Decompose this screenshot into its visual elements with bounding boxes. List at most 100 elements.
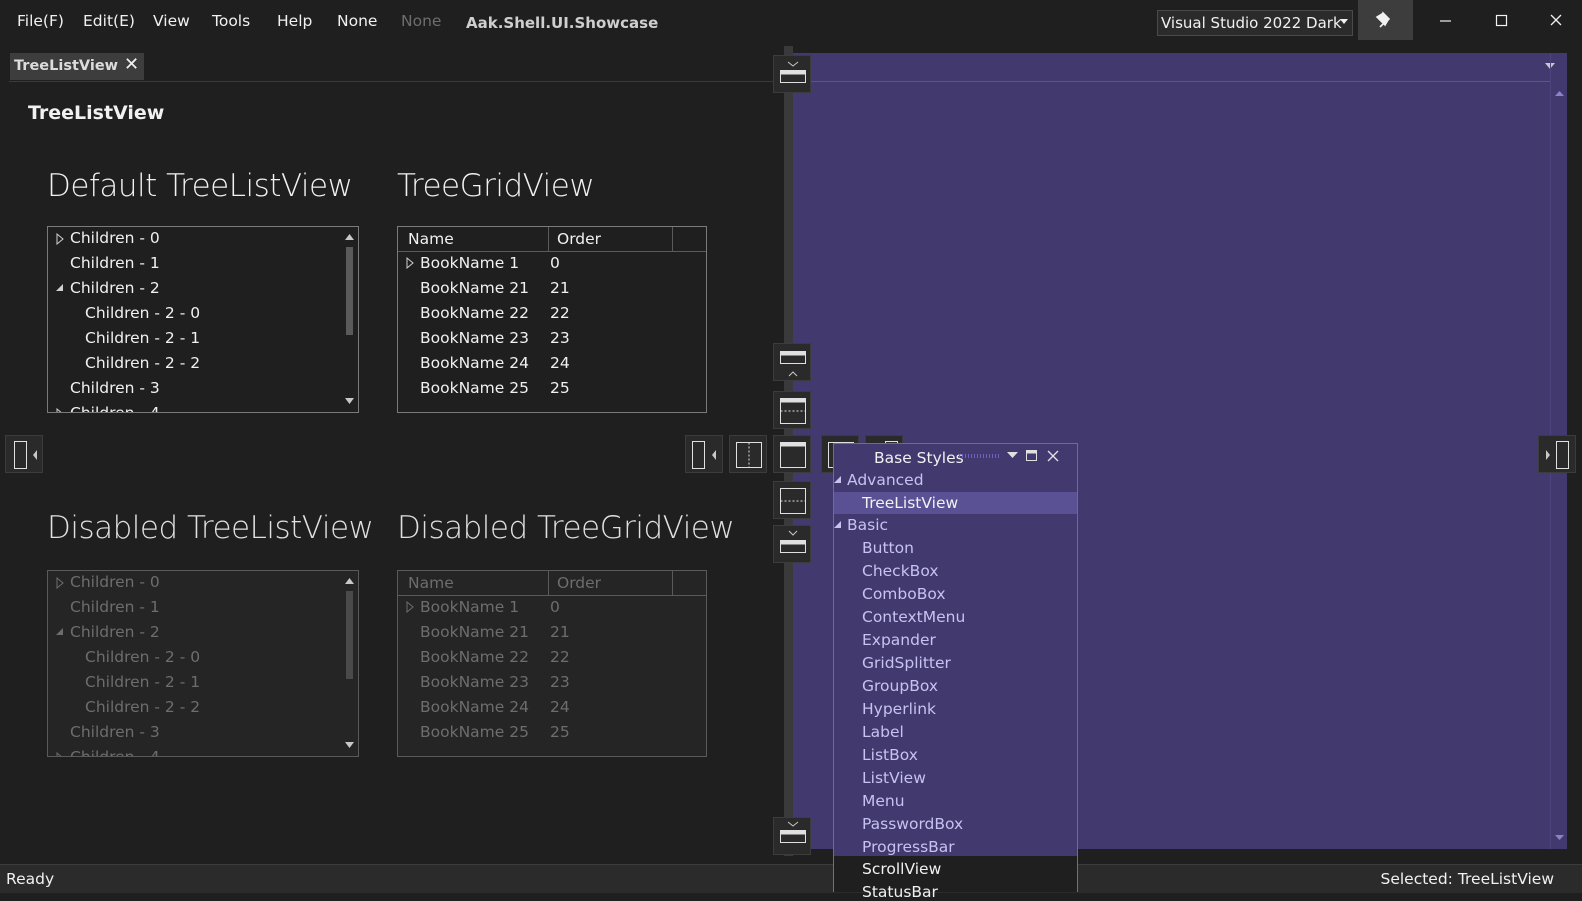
tree-row[interactable]: Children - 1 [70, 254, 160, 272]
scrollbar-thumb[interactable] [346, 247, 353, 335]
tree-row[interactable]: Children - 3 [70, 379, 160, 397]
tool-window-titlebar[interactable]: Base Styles [834, 444, 1077, 468]
scroll-up-icon[interactable] [1554, 90, 1565, 97]
collapse-arrow-icon[interactable] [833, 520, 843, 529]
dock-guide-center-bottom[interactable] [773, 525, 811, 563]
dock-guide-center-left-split[interactable] [729, 435, 767, 473]
tree-item[interactable]: ListBox [862, 746, 918, 764]
vertical-scrollbar[interactable] [341, 227, 358, 412]
menu-edit[interactable]: Edit(E) [83, 12, 135, 30]
column-header-order[interactable]: Order [557, 230, 601, 248]
grid-cell-name[interactable]: BookName 24 [420, 354, 529, 372]
tree-item[interactable]: ProgressBar [862, 838, 955, 856]
dock-guide-right-edge[interactable] [1538, 435, 1576, 473]
tree-item[interactable]: Expander [862, 631, 936, 649]
dock-guide-center-top[interactable] [773, 343, 811, 381]
column-header-name: Name [408, 574, 454, 592]
collapse-arrow-icon[interactable] [833, 475, 843, 484]
dock-guide-bottom-edge[interactable] [773, 817, 811, 855]
grid-cell-order: 24 [550, 698, 570, 716]
tree-row[interactable]: Children - 2 - 0 [85, 304, 200, 322]
tree-row[interactable]: Children - 2 - 2 [85, 354, 200, 372]
tree-item[interactable]: Menu [862, 792, 905, 810]
scroll-down-icon[interactable] [1554, 834, 1565, 841]
column-header-order: Order [557, 574, 602, 592]
dock-guide-left-edge[interactable] [5, 435, 43, 473]
tree-item[interactable]: Hyperlink [862, 700, 936, 718]
menu-file[interactable]: File(F) [17, 12, 64, 30]
grid-cell-order[interactable]: 21 [550, 279, 570, 297]
grid-cell-name: BookName 22 [420, 648, 529, 666]
dock-guide-center-top-split[interactable] [773, 391, 811, 429]
close-icon[interactable] [1047, 450, 1059, 462]
tree-item[interactable]: ComboBox [862, 585, 946, 603]
grid-cell-name[interactable]: BookName 23 [420, 329, 529, 347]
scroll-up-icon[interactable] [344, 233, 355, 241]
dock-split-top-icon [780, 398, 806, 424]
default-tree-list-view[interactable]: Children - 0 Children - 1 Children - 2 C… [47, 226, 359, 413]
tree-item[interactable]: Label [862, 723, 904, 741]
grid-cell-order[interactable]: 23 [550, 329, 570, 347]
tab-close-icon[interactable]: ✕ [124, 54, 139, 75]
grid-cell-name[interactable]: BookName 22 [420, 304, 529, 322]
dock-top-icon [780, 351, 806, 377]
column-separator[interactable] [548, 227, 549, 251]
grid-cell-name[interactable]: BookName 1 [420, 254, 519, 272]
tree-item[interactable]: StatusBar [862, 883, 938, 901]
maximize-icon[interactable] [1026, 450, 1038, 462]
expand-arrow-icon[interactable] [56, 408, 66, 413]
tree-item[interactable]: Button [862, 539, 914, 557]
tree-row[interactable]: Children - 4 [70, 404, 160, 412]
tree-item-selected[interactable]: TreeListView [862, 494, 958, 512]
column-separator[interactable] [672, 227, 673, 251]
grid-cell-order[interactable]: 25 [550, 379, 570, 397]
tree-item[interactable]: ScrollView [862, 860, 941, 878]
tree-item[interactable]: GroupBox [862, 677, 938, 695]
tree-row[interactable]: Children - 2 - 1 [85, 329, 200, 347]
grid-cell-name: BookName 23 [420, 673, 529, 691]
dock-guide-center-bottom-split[interactable] [773, 481, 811, 519]
dock-guide-top-edge[interactable] [773, 55, 811, 93]
collapse-arrow-icon[interactable] [55, 283, 65, 293]
dock-guide-center-left[interactable] [685, 435, 723, 473]
grid-cell-order[interactable]: 22 [550, 304, 570, 322]
menu-view[interactable]: View [153, 12, 190, 30]
dock-left-icon [14, 441, 37, 469]
dock-guide-center-fill[interactable] [773, 435, 811, 473]
tree-item[interactable]: ContextMenu [862, 608, 965, 626]
grid-cell-order[interactable]: 0 [550, 254, 560, 272]
scroll-up-icon [345, 578, 354, 584]
pin-button[interactable] [1358, 0, 1413, 40]
expand-arrow-icon[interactable] [406, 257, 416, 269]
floating-tool-window[interactable]: Base Styles Advanced TreeListView Basic … [833, 443, 1078, 892]
tree-item[interactable]: CheckBox [862, 562, 939, 580]
column-header-name[interactable]: Name [408, 230, 454, 248]
grid-cell-order[interactable]: 24 [550, 354, 570, 372]
tree-row[interactable]: Children - 2 [70, 279, 160, 297]
grid-cell-name[interactable]: BookName 25 [420, 379, 529, 397]
grid-cell-name[interactable]: BookName 21 [420, 279, 529, 297]
close-button[interactable] [1530, 0, 1582, 40]
tree-item[interactable]: ListView [862, 769, 926, 787]
menu-tools[interactable]: Tools [212, 12, 250, 30]
theme-combobox[interactable]: Visual Studio 2022 Dark [1157, 10, 1353, 36]
scroll-down-icon[interactable] [344, 397, 355, 405]
menu-help[interactable]: Help [277, 12, 312, 30]
maximize-button[interactable] [1474, 0, 1529, 40]
tree-item[interactable]: PasswordBox [862, 815, 963, 833]
document-tab[interactable]: TreeListView ✕ [10, 53, 144, 80]
menu-none[interactable]: None [337, 12, 377, 30]
section-title-tree-grid: TreeGridView [397, 168, 595, 204]
tree-grid-view[interactable]: Name Order BookName 1 0 BookName 21 21 B… [397, 226, 707, 413]
tree-group-advanced[interactable]: Advanced [847, 471, 924, 489]
expand-arrow-icon[interactable] [56, 233, 66, 245]
dock-fill-icon [780, 442, 806, 468]
grid-cell-name: BookName 1 [420, 598, 520, 616]
chevron-down-icon[interactable] [1007, 452, 1019, 460]
minimize-button[interactable] [1418, 0, 1473, 40]
tree-row[interactable]: Children - 0 [70, 229, 160, 247]
grid-cell-order: 21 [550, 623, 570, 641]
tree-group-basic[interactable]: Basic [847, 516, 888, 534]
expand-arrow-icon [56, 577, 64, 589]
tree-item[interactable]: GridSplitter [862, 654, 951, 672]
